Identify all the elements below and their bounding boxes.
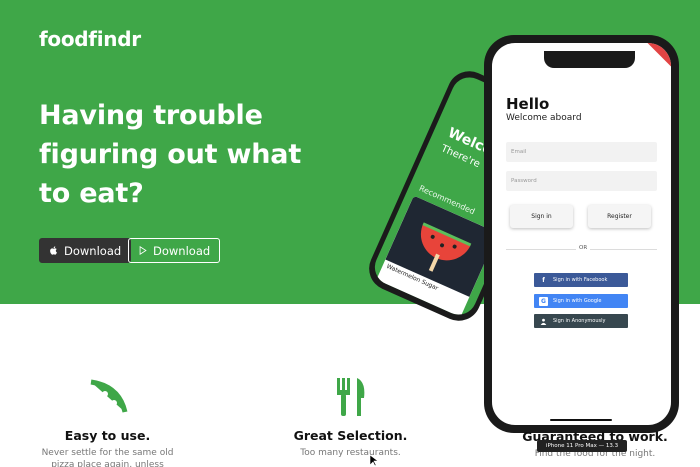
login-subtitle: Welcome aboard [506,113,582,123]
login-title: Hello [506,95,550,113]
brand-logo[interactable]: foodfindr [39,27,141,51]
headline-line: to eat? [39,178,144,209]
feature-great-selection: Great Selection. Too many restaurants. [283,376,418,459]
feature-title: Easy to use. [64,428,151,443]
feature-easy-to-use: Easy to use. Never settle for the same o… [40,376,175,467]
google-sign-in-label: Sign in with Google [553,298,602,304]
apple-icon [50,246,57,255]
watermelon-image [385,195,498,297]
register-button[interactable]: Register [588,205,651,228]
fork-knife-icon [336,378,364,416]
mouse-cursor-icon [370,455,378,467]
google-icon: G [539,296,548,306]
headline-line: figuring out what [39,139,302,170]
anonymous-sign-in-label: Sign in Anonymously [553,318,606,324]
download-label: Download [153,243,211,258]
facebook-icon: f [542,276,545,284]
google-sign-in-button[interactable]: G Sign in with Google [534,294,628,308]
password-field[interactable]: Password [506,171,657,191]
facebook-sign-in-label: Sign in with Facebook [553,277,608,283]
login-screen: Hello Welcome aboard Email Password Sign… [492,43,671,425]
sign-in-button[interactable]: Sign in [510,205,573,228]
feature-description-line: pizza place again, unless [51,460,164,467]
feature-title: Great Selection. [293,428,408,443]
feature-description-line: Never settle for the same old [41,448,174,458]
email-field[interactable]: Email [506,142,657,162]
app-store-download-button[interactable]: Download [39,238,132,263]
divider-label: OR [576,245,591,251]
iphone-simulator: Hello Welcome aboard Email Password Sign… [484,35,679,433]
play-store-icon [139,245,147,256]
anonymous-sign-in-button[interactable]: Sign in Anonymously [534,314,628,328]
home-indicator [550,419,612,421]
play-store-download-button[interactable]: Download [128,238,221,263]
hero-headline: Having trouble figuring out what to eat? [39,96,339,213]
feature-description: Never settle for the same old pizza plac… [40,447,175,467]
headline-line: Having trouble [39,100,263,131]
debug-banner [639,43,671,71]
user-icon [539,317,548,326]
simulator-device-label: iPhone 11 Pro Max — 13.3 [537,440,627,452]
download-label: Download [64,243,122,258]
phone-notch [544,51,635,68]
pizza-icon [90,379,127,413]
watermelon-icon [420,222,472,272]
facebook-sign-in-button[interactable]: f Sign in with Facebook [534,273,628,287]
feature-description: Too many restaurants. [300,448,401,458]
